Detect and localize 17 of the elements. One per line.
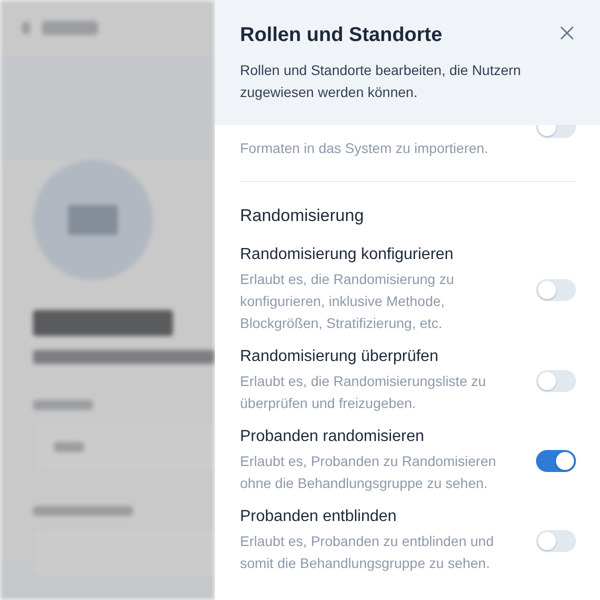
permission-description: Erlaubt es, Probanden zu Randomisieren ohne die Behandlungsgruppe zu sehen. bbox=[240, 452, 498, 493]
toggle-switch[interactable] bbox=[536, 279, 576, 301]
close-icon[interactable] bbox=[560, 26, 574, 40]
permission-description: Erlaubt es, die Randomisierungsliste zu überprüfen und freizugeben. bbox=[240, 372, 487, 413]
permission-description: Formaten in das System zu importieren. bbox=[240, 139, 490, 158]
permission-title: Randomisierung überprüfen bbox=[240, 348, 440, 366]
permission-description: Erlaubt es, Probanden zu entblinden und somit die Behandlungsgruppe zu sehen. bbox=[240, 532, 495, 573]
section-heading: Randomisierung bbox=[240, 206, 365, 226]
permission-title: Randomisierung konfigurieren bbox=[240, 246, 454, 264]
permission-description: Erlaubt es, die Randomisierung zu konfigurieren, inklusive Methode, Blockgrößen, Stratifizierung, etc. bbox=[240, 270, 456, 333]
toggle-switch[interactable] bbox=[536, 530, 576, 552]
panel-description: Rollen und Standorte bearbeiten, die Nutzern zugewiesen werden können. bbox=[240, 61, 522, 102]
permission-title: Probanden entblinden bbox=[240, 508, 398, 526]
panel-title: Rollen und Standorte bbox=[240, 24, 444, 47]
permission-title: Probanden randomisieren bbox=[240, 428, 426, 446]
toggle-switch[interactable] bbox=[536, 450, 576, 472]
toggle-switch[interactable] bbox=[536, 370, 576, 392]
